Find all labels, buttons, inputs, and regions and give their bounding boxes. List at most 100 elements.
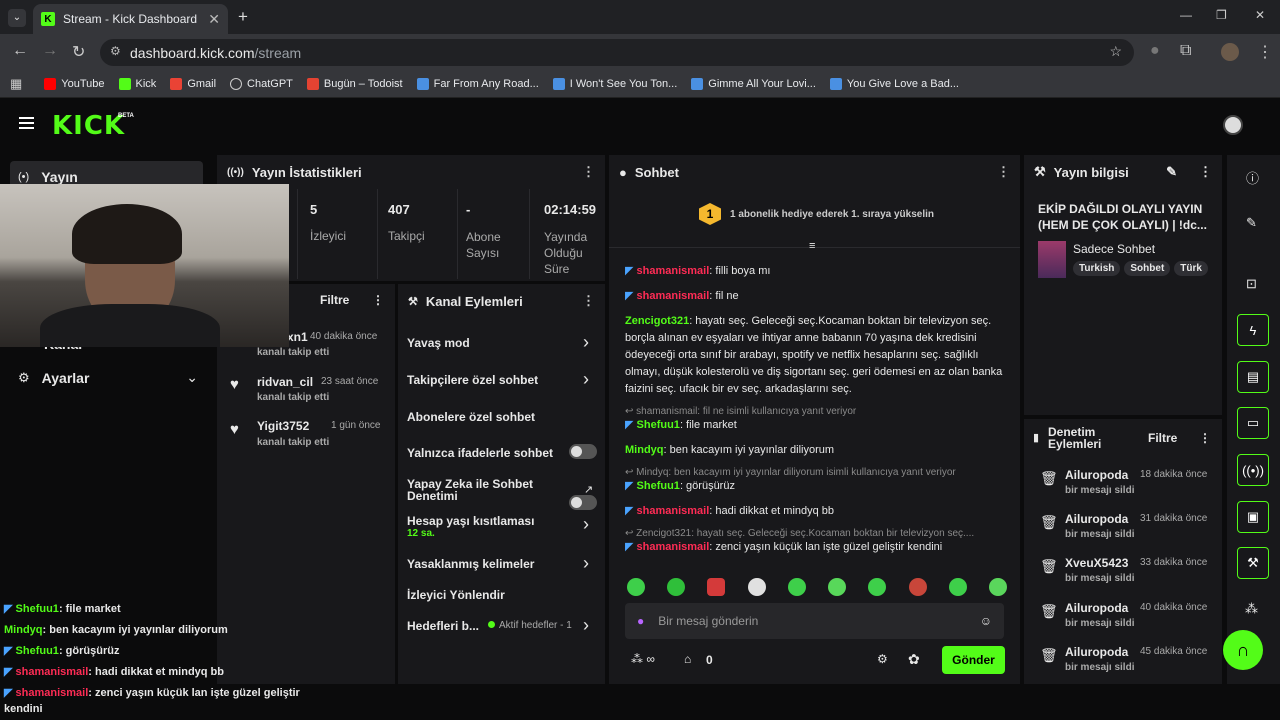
category-thumbnail[interactable] <box>1038 241 1066 278</box>
info-icon[interactable]: ⓘ <box>1246 168 1259 187</box>
chat-username[interactable]: Shefuu1 <box>637 419 680 431</box>
maximize-icon[interactable]: ❐ <box>1216 8 1227 22</box>
layout-icon[interactable]: ▣ <box>1237 501 1269 533</box>
emote-icon[interactable] <box>707 578 726 596</box>
chevron-right-icon[interactable]: › <box>583 369 589 390</box>
bookmark-song-2[interactable]: I Won't See You Ton... <box>552 77 677 90</box>
chat-username[interactable]: shamanismail <box>637 505 710 517</box>
more-options-icon[interactable]: ⋮ <box>582 293 595 309</box>
chevron-right-icon[interactable]: › <box>583 553 589 574</box>
sidebar-item-ayarlar[interactable]: ⚙ Ayarlar ⌄ <box>18 369 198 386</box>
chevron-down-icon[interactable]: ⌄ <box>186 369 198 386</box>
apps-grid-icon[interactable]: ▦ <box>10 76 22 92</box>
bookmark-youtube[interactable]: YouTube <box>44 77 105 90</box>
slow-mode-label[interactable]: Yavaş mod <box>407 336 470 350</box>
bookmark-kick[interactable]: Kick <box>118 77 156 90</box>
goals-label[interactable]: Hedefleri b... <box>407 619 479 633</box>
bookmark-song-1[interactable]: Far From Any Road... <box>416 77 539 90</box>
follower-name[interactable]: ridvan_cil <box>257 375 313 389</box>
chat-username[interactable]: shamanismail <box>637 290 710 302</box>
bookmark-song-3[interactable]: Gimme All Your Lovi... <box>691 77 816 90</box>
quick-actions-icon[interactable]: ϟ <box>1237 314 1269 346</box>
bookmark-chatgpt[interactable]: ChatGPT <box>230 77 293 90</box>
gift-sub-icon[interactable]: ✿ <box>908 651 920 668</box>
reload-icon[interactable]: ↻ <box>72 42 85 62</box>
emote-icon[interactable] <box>747 578 766 596</box>
category-name[interactable]: Sadece Sohbet <box>1073 242 1155 256</box>
close-tab-icon[interactable]: ✕ <box>208 11 220 28</box>
emote-icon[interactable] <box>948 578 967 596</box>
tag-chip[interactable]: Türk <box>1174 261 1208 276</box>
chat-username[interactable]: shamanismail <box>637 541 710 553</box>
chevron-right-icon[interactable]: › <box>583 332 589 353</box>
support-headset-icon[interactable]: ∩ <box>1223 630 1263 670</box>
browser-tab[interactable]: K Stream - Kick Dashboard ✕ <box>33 4 228 34</box>
notes-icon[interactable]: ▤ <box>1237 361 1269 393</box>
follower-name[interactable]: Yigit3752 <box>257 419 309 433</box>
banned-words-label[interactable]: Yasaklanmış kelimeler <box>407 557 534 571</box>
filter-button[interactable]: Filtre <box>320 293 349 307</box>
moderator-name[interactable]: Ailuropoda <box>1065 601 1128 615</box>
chevron-right-icon[interactable]: › <box>583 615 589 636</box>
emote-icon[interactable] <box>908 578 927 596</box>
wrench-icon[interactable]: ⚒ <box>1237 547 1269 579</box>
apps-icon[interactable]: ⁂ <box>1245 601 1258 617</box>
subs-only-toggle[interactable] <box>569 444 597 459</box>
send-button[interactable]: Gönder <box>942 646 1005 674</box>
emote-icon[interactable] <box>627 578 645 596</box>
emote-icon[interactable] <box>868 578 887 596</box>
follower-name[interactable]: xn1 <box>287 330 308 344</box>
user-avatar[interactable] <box>1223 115 1243 135</box>
site-info-icon[interactable]: ⚙ <box>110 44 121 58</box>
moderator-name[interactable]: XveuX5423 <box>1065 556 1128 570</box>
hamburger-menu-icon[interactable] <box>19 117 34 129</box>
chat-username[interactable]: Zencigot321 <box>625 315 689 327</box>
chat-username[interactable]: Mindyq <box>625 444 664 456</box>
forward-icon[interactable]: → <box>42 42 58 60</box>
tag-chip[interactable]: Turkish <box>1073 261 1121 276</box>
extensions-puzzle-icon[interactable]: ⧉ <box>1180 42 1191 60</box>
browser-menu-icon[interactable]: ⋮ <box>1257 42 1273 62</box>
emote-icon[interactable] <box>828 578 847 596</box>
bookmark-todoist[interactable]: Bugün – Todoist <box>306 77 403 90</box>
emoji-icon[interactable]: ☺ <box>980 614 992 628</box>
redirect-label[interactable]: İzleyici Yönlendir <box>407 588 505 602</box>
minimize-icon[interactable]: — <box>1180 8 1192 22</box>
ai-moderation-label[interactable]: Yapay Zeka ile Sohbet Denetimi <box>407 478 533 502</box>
screenshot-icon[interactable]: ⊡ <box>1246 276 1257 292</box>
more-options-icon[interactable]: ⋮ <box>372 293 384 307</box>
more-options-icon[interactable]: ⋮ <box>997 164 1010 180</box>
bookmark-song-4[interactable]: You Give Love a Bad... <box>829 77 959 90</box>
bookmark-gmail[interactable]: Gmail <box>170 77 216 90</box>
more-options-icon[interactable]: ⋮ <box>582 164 595 180</box>
chevron-right-icon[interactable]: › <box>583 514 589 535</box>
collapse-icon[interactable]: ≡ <box>809 240 815 252</box>
emote-icon[interactable] <box>787 578 806 596</box>
filter-button[interactable]: Filtre <box>1148 431 1177 445</box>
kick-logo[interactable]: KICK <box>52 111 125 141</box>
external-link-icon[interactable]: ↗ <box>584 483 593 496</box>
back-icon[interactable]: ← <box>12 42 28 60</box>
emote-only-toggle[interactable] <box>569 495 597 510</box>
extension-icon[interactable]: ● <box>1150 42 1160 60</box>
tab-search-icon[interactable]: ⌄ <box>8 9 26 27</box>
tag-chip[interactable]: Sohbet <box>1124 261 1171 276</box>
broadcast-icon[interactable]: ((•)) <box>1237 454 1269 486</box>
chat-input[interactable]: ● Bir mesaj gönderin ☺ <box>625 603 1004 639</box>
chat-icon[interactable]: ▭ <box>1237 407 1269 439</box>
new-tab-icon[interactable]: + <box>238 7 248 27</box>
edit-icon[interactable]: ✎ <box>1166 164 1177 180</box>
chat-username[interactable]: shamanismail <box>637 265 710 277</box>
chat-settings-icon[interactable]: ⚙ <box>877 652 888 666</box>
microphone-icon[interactable]: ● <box>637 614 644 628</box>
moderator-name[interactable]: Ailuropoda <box>1065 645 1128 659</box>
edit-icon[interactable]: ✎ <box>1246 215 1257 231</box>
url-field[interactable]: ⚙ dashboard.kick.com/stream ☆ <box>100 39 1134 66</box>
more-options-icon[interactable]: ⋮ <box>1199 164 1212 180</box>
chat-username[interactable]: Shefuu1 <box>637 480 680 492</box>
moderator-name[interactable]: Ailuropoda <box>1065 512 1128 526</box>
close-window-icon[interactable]: ✕ <box>1255 8 1265 22</box>
followers-only-label[interactable]: Takipçilere özel sohbet <box>407 373 538 387</box>
profile-avatar[interactable] <box>1221 43 1239 61</box>
bookmark-star-icon[interactable]: ☆ <box>1109 43 1122 60</box>
